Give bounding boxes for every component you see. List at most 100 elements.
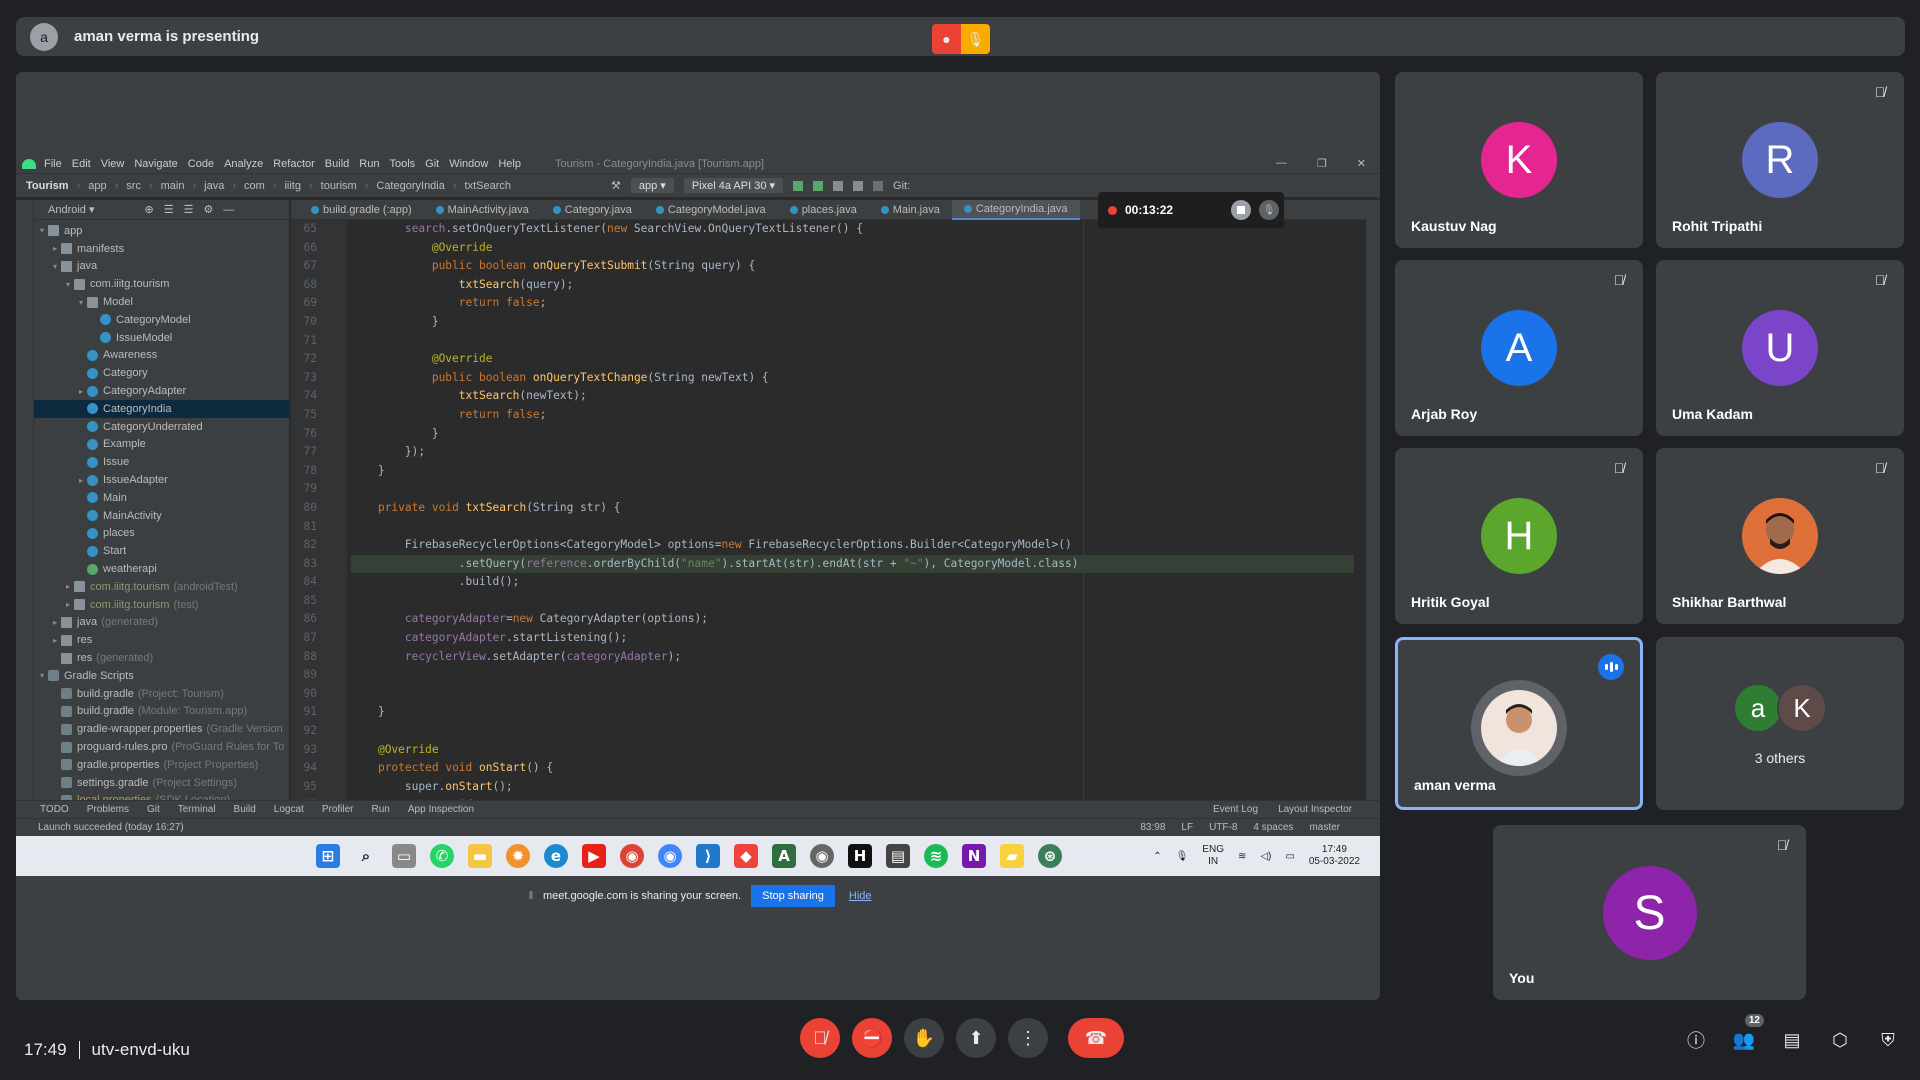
code-line[interactable]: [351, 666, 1354, 685]
more-options-button[interactable]: ⋮: [1008, 1018, 1048, 1058]
settings-icon[interactable]: ⚙: [203, 203, 213, 216]
camera-toggle-button[interactable]: ⛔: [852, 1018, 892, 1058]
taskbar-clock[interactable]: 17:49 05-03-2022: [1309, 844, 1360, 868]
breadcrumb-item[interactable]: iiitg: [284, 180, 301, 192]
code-line[interactable]: txtSearch(query);: [351, 276, 1354, 295]
menu-item[interactable]: Build: [325, 158, 349, 170]
tree-item[interactable]: Awareness: [34, 347, 289, 365]
tree-item[interactable]: Example: [34, 436, 289, 454]
breadcrumb-item[interactable]: CategoryIndia: [376, 180, 445, 192]
file-explorer-icon[interactable]: ▬: [468, 844, 492, 868]
locate-icon[interactable]: ⊕: [145, 203, 154, 216]
tool-window-button[interactable]: Layout Inspector: [1278, 804, 1352, 815]
code-line[interactable]: categoryAdapter.startListening();: [351, 629, 1354, 648]
code-line[interactable]: }: [351, 462, 1354, 481]
breadcrumb-item[interactable]: com: [244, 180, 265, 192]
search-icon[interactable]: ⌕: [354, 844, 378, 868]
tree-item[interactable]: ▸ res: [34, 631, 289, 649]
editor-tab[interactable]: build.gradle (:app): [299, 200, 424, 220]
sticky-notes-icon[interactable]: ▰: [1000, 844, 1024, 868]
device-select[interactable]: Pixel 4a API 30 ▾: [683, 178, 784, 193]
present-button[interactable]: ⬆: [956, 1018, 996, 1058]
tree-item[interactable]: Issue: [34, 453, 289, 471]
stop-sharing-button[interactable]: Stop sharing: [751, 885, 835, 907]
meeting-details-icon[interactable]: ⓘ: [1684, 1028, 1708, 1052]
status-item[interactable]: 4 spaces: [1253, 822, 1293, 833]
collapse-icon[interactable]: ☰: [164, 203, 174, 216]
tree-item[interactable]: ▾ com.iiitg.tourism: [34, 275, 289, 293]
code-line[interactable]: [351, 332, 1354, 351]
hackerrank-icon[interactable]: H: [848, 844, 872, 868]
code-line[interactable]: categoryAdapter=new CategoryAdapter(opti…: [351, 610, 1354, 629]
menu-item[interactable]: Edit: [72, 158, 91, 170]
tree-item[interactable]: gradle.properties (Project Properties): [34, 756, 289, 774]
chevron-up-icon[interactable]: ⌃: [1153, 851, 1161, 862]
editor-tab[interactable]: places.java: [778, 200, 869, 220]
code-line[interactable]: }: [351, 703, 1354, 722]
breadcrumb-item[interactable]: tourism: [321, 180, 357, 192]
anydesk-icon[interactable]: ◆: [734, 844, 758, 868]
code-area[interactable]: 65 66 67 68 69 70 71 72 73 74 75 76 77 78 79 80 81 82 83 84…: [291, 220, 1354, 830]
leave-call-button[interactable]: ☎: [1068, 1018, 1124, 1058]
people-icon[interactable]: 👥 12: [1732, 1014, 1764, 1052]
tree-item[interactable]: settings.gradle (Project Settings): [34, 774, 289, 792]
status-item[interactable]: 83:98: [1140, 822, 1165, 833]
code-line[interactable]: [351, 592, 1354, 611]
tool-window-button[interactable]: App Inspection: [408, 804, 474, 815]
tool-window-button[interactable]: Git: [147, 804, 160, 815]
activities-icon[interactable]: ⬡: [1828, 1028, 1852, 1052]
code-line[interactable]: @Override: [351, 239, 1354, 258]
participant-tile[interactable]: U 🎙̸ Uma Kadam: [1656, 260, 1904, 436]
debug-icon[interactable]: [833, 180, 844, 191]
stop-recording-button[interactable]: [1231, 200, 1252, 220]
menu-item[interactable]: File: [44, 158, 62, 170]
tree-item[interactable]: build.gradle (Module: Tourism.app): [34, 703, 289, 721]
edge-icon[interactable]: e: [544, 844, 568, 868]
code-line[interactable]: @Override: [351, 741, 1354, 760]
spotify-icon[interactable]: ≋: [924, 844, 948, 868]
apply-changes-icon[interactable]: [813, 180, 824, 191]
code-line[interactable]: }: [351, 313, 1354, 332]
tool-window-button[interactable]: Problems: [87, 804, 129, 815]
code-line[interactable]: @Override: [351, 350, 1354, 369]
code-line[interactable]: txtSearch(newText);: [351, 387, 1354, 406]
cc-icon[interactable]: ▤: [886, 844, 910, 868]
code-line[interactable]: [351, 685, 1354, 704]
self-tile[interactable]: S 🎙̸ You: [1493, 825, 1806, 1000]
tool-window-button[interactable]: Profiler: [322, 804, 354, 815]
expand-icon[interactable]: ☰: [184, 203, 194, 216]
editor-tab[interactable]: CategoryIndia.java: [951, 199, 1080, 220]
participant-tile[interactable]: H 🎙̸ Hritik Goyal: [1395, 448, 1643, 624]
hammer-icon[interactable]: ⚒: [611, 179, 621, 192]
stop-icon[interactable]: [873, 180, 884, 191]
tree-item[interactable]: Start: [34, 542, 289, 560]
onenote-icon[interactable]: N: [962, 844, 986, 868]
code-line[interactable]: FirebaseRecyclerOptions<CategoryModel> o…: [351, 536, 1354, 555]
tree-arrow-icon[interactable]: ▾: [49, 262, 61, 271]
editor-tab[interactable]: Main.java: [869, 200, 952, 220]
whatsapp-icon[interactable]: ✆: [430, 844, 454, 868]
menu-item[interactable]: Navigate: [134, 158, 177, 170]
participant-tile[interactable]: K Kaustuv Nag: [1395, 72, 1643, 248]
code-line[interactable]: private void txtSearch(String str) {: [351, 499, 1354, 518]
menu-item[interactable]: Refactor: [273, 158, 315, 170]
tool-window-button[interactable]: TODO: [40, 804, 69, 815]
code-line[interactable]: });: [351, 443, 1354, 462]
tree-item[interactable]: CategoryUnderrated: [34, 418, 289, 436]
menu-item[interactable]: Git: [425, 158, 439, 170]
raise-hand-button[interactable]: ✋: [904, 1018, 944, 1058]
tree-arrow-icon[interactable]: ▸: [75, 387, 87, 396]
menu-item[interactable]: Code: [188, 158, 214, 170]
tree-item[interactable]: res (generated): [34, 649, 289, 667]
tree-item[interactable]: ▸ java (generated): [34, 614, 289, 632]
task-view-icon[interactable]: ▭: [392, 844, 416, 868]
hide-button[interactable]: Hide: [849, 890, 872, 902]
tree-arrow-icon[interactable]: ▸: [62, 582, 74, 591]
tree-arrow-icon[interactable]: ▸: [49, 244, 61, 253]
code-line[interactable]: return false;: [351, 406, 1354, 425]
recorder-mic-icon[interactable]: 🎙: [1259, 200, 1280, 220]
participant-tile[interactable]: R 🎙̸ Rohit Tripathi: [1656, 72, 1904, 248]
code-line[interactable]: }: [351, 425, 1354, 444]
code-line[interactable]: .build();: [351, 573, 1354, 592]
tree-arrow-icon[interactable]: ▸: [49, 618, 61, 627]
